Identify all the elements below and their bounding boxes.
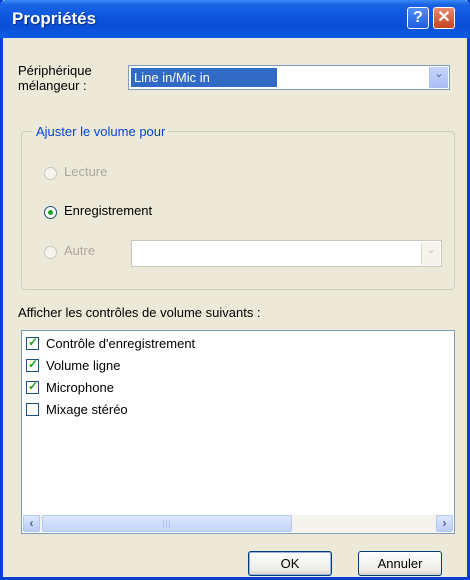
radio-lecture[interactable] [44, 167, 57, 180]
scroll-left-button[interactable]: ‹ [23, 515, 40, 532]
cancel-button[interactable]: Annuler [358, 551, 442, 576]
title-bar[interactable]: Propriétés ? ✕ [0, 0, 470, 38]
radio-enregistrement[interactable] [44, 206, 57, 219]
other-dropdown-button[interactable]: ⌄ [421, 242, 440, 265]
checkmark-icon: ✓ [28, 379, 39, 393]
horizontal-scrollbar[interactable]: ‹ ||| › [23, 515, 453, 532]
checkmark-icon: ✓ [28, 335, 39, 349]
mixer-label-line2: mélangeur : [18, 78, 87, 93]
controls-list-label: Afficher les contrôles de volume suivant… [18, 305, 261, 320]
checkbox-volume-ligne[interactable]: ✓ [26, 357, 39, 372]
properties-dialog: Propriétés ? ✕ Périphérique mélangeur : … [0, 0, 470, 580]
list-item-label: Mixage stéréo [46, 402, 128, 417]
checkbox-microphone[interactable]: ✓ [26, 379, 39, 394]
mixer-selected-value: Line in/Mic in [134, 70, 210, 85]
checkbox-controle-enregistrement[interactable]: ✓ [26, 335, 39, 350]
chevron-down-icon: ⌄ [434, 68, 444, 80]
list-item-label: Volume ligne [46, 358, 121, 373]
close-icon: ✕ [437, 9, 451, 26]
checkmark-icon: ✓ [28, 357, 39, 371]
adjust-volume-group-title: Ajuster le volume pour [33, 124, 169, 139]
radio-lecture-label: Lecture [64, 164, 108, 179]
mixer-device-select[interactable]: Line in/Mic in ⌄ [128, 65, 450, 90]
scrollbar-thumb[interactable]: ||| [42, 515, 292, 532]
scroll-right-button[interactable]: › [436, 515, 453, 532]
radio-enregistrement-label: Enregistrement [64, 203, 153, 218]
radio-autre-label: Autre [64, 243, 96, 258]
grip-icon: ||| [162, 519, 172, 528]
selection-highlight: Line in/Mic in [131, 68, 277, 87]
chevron-left-icon: ‹ [29, 516, 34, 530]
mixer-label-line1: Périphérique [18, 63, 92, 78]
ok-button[interactable]: OK [248, 551, 332, 576]
checkbox-mixage-stereo[interactable] [26, 403, 39, 416]
list-item-label: Microphone [46, 380, 114, 395]
chevron-right-icon: › [442, 516, 447, 530]
help-button[interactable]: ? [407, 7, 429, 29]
chevron-down-icon: ⌄ [426, 244, 436, 256]
close-button[interactable]: ✕ [433, 7, 455, 29]
radio-selected-dot [48, 210, 53, 215]
volume-controls-list[interactable]: ✓ Contrôle d'enregistrement ✓ Volume lig… [21, 330, 455, 534]
window-title: Propriétés [12, 9, 97, 28]
help-icon: ? [413, 9, 423, 26]
mixer-dropdown-button[interactable]: ⌄ [429, 67, 448, 88]
list-item-label: Contrôle d'enregistrement [46, 336, 196, 351]
radio-autre[interactable] [44, 246, 57, 259]
other-device-select[interactable]: ⌄ [131, 240, 442, 267]
